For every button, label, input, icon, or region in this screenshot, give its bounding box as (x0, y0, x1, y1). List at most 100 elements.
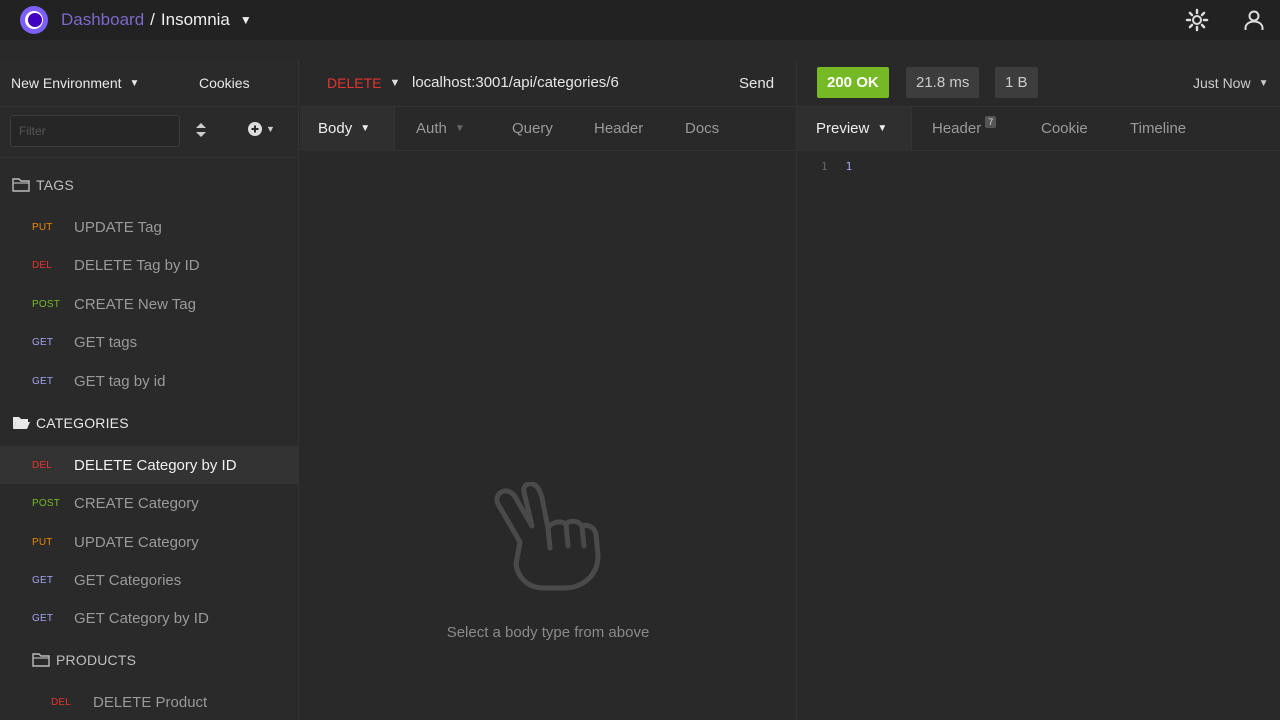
method-dropdown[interactable]: DELETE ▼ (327, 75, 400, 91)
method-badge: DEL (32, 259, 53, 271)
history-caret-down-icon: ▼ (1258, 77, 1269, 89)
sidebar-request-get-category-by-id[interactable]: GET GET Category by ID (0, 599, 299, 637)
sidebar-request-get-tag-by-id[interactable]: GET GET tag by id (0, 362, 299, 400)
folder-label: CATEGORIES (36, 415, 129, 431)
tab-label: Body (318, 120, 353, 137)
response-status-bar: 200 OK 21.8 ms 1 B Just Now ▼ (797, 60, 1280, 106)
folder-label: PRODUCTS (56, 652, 137, 668)
method-badge: DEL (51, 696, 72, 708)
sidebar-request-update-category[interactable]: PUT UPDATE Category (0, 523, 299, 561)
tab-label: Header (932, 120, 982, 137)
insomnia-logo-icon[interactable] (20, 6, 48, 34)
request-name: UPDATE Tag (74, 218, 162, 236)
header-count-badge: 7 (985, 115, 997, 128)
request-name: CREATE Category (74, 494, 199, 512)
insomnia-app: Dashboard / Insomnia ▼ New Environment ▼… (0, 0, 1280, 720)
request-name: GET tags (74, 333, 138, 351)
method-badge: PUT (32, 536, 53, 548)
method-badge: PUT (32, 221, 53, 233)
sidebar-request-get-tags[interactable]: GET GET tags (0, 323, 299, 361)
plus-circle-icon (248, 122, 262, 136)
response-time-badge: 21.8 ms (906, 67, 980, 98)
tab-preview[interactable]: Preview ▼ (816, 120, 887, 137)
cookies-button[interactable]: Cookies (199, 75, 250, 91)
sidebar-request-create-tag[interactable]: POST CREATE New Tag (0, 285, 299, 323)
request-tabs: Body ▼ Auth ▼ Query Header Docs (300, 106, 796, 151)
url-bar: DELETE ▼ localhost:3001/api/categories/6… (300, 60, 796, 106)
folder-categories[interactable]: CATEGORIES (12, 415, 129, 431)
breadcrumb-dashboard-link[interactable]: Dashboard (61, 10, 144, 30)
request-name: CREATE New Tag (74, 295, 196, 313)
account-icon[interactable] (1238, 4, 1270, 36)
tab-cookie[interactable]: Cookie (1041, 120, 1088, 137)
folder-closed-icon (32, 653, 50, 667)
peace-hand-icon (490, 481, 606, 597)
tab-auth[interactable]: Auth ▼ (416, 120, 465, 137)
environment-caret-down-icon: ▼ (129, 77, 140, 89)
request-name: DELETE Category by ID (74, 456, 237, 474)
history-label: Just Now (1193, 75, 1251, 91)
send-button[interactable]: Send (739, 75, 774, 92)
sort-icon[interactable] (196, 123, 206, 140)
sidebar-request-delete-tag[interactable]: DEL DELETE Tag by ID (0, 246, 299, 284)
request-name: DELETE Tag by ID (74, 256, 200, 274)
tab-label: Auth (416, 120, 447, 137)
method-label: DELETE (327, 75, 382, 91)
folder-closed-icon (12, 178, 30, 192)
add-item-dropdown[interactable]: ▼ (248, 122, 275, 136)
top-bar: Dashboard / Insomnia ▼ (0, 0, 1280, 40)
folder-label: TAGS (36, 177, 74, 193)
environment-dropdown[interactable]: New Environment ▼ (11, 75, 139, 91)
method-badge: GET (32, 375, 54, 387)
method-caret-down-icon: ▼ (389, 77, 401, 89)
filter-input[interactable] (10, 115, 180, 147)
folder-products[interactable]: PRODUCTS (32, 652, 136, 668)
request-name: GET Category by ID (74, 609, 209, 627)
history-dropdown[interactable]: Just Now ▼ (1193, 75, 1268, 91)
environment-row: New Environment ▼ Cookies (0, 60, 299, 106)
status-badge: 200 OK (817, 67, 889, 98)
tab-caret-down-icon: ▼ (877, 123, 888, 134)
method-badge: GET (32, 574, 54, 586)
tab-label: Preview (816, 120, 870, 137)
breadcrumb: Dashboard / Insomnia ▼ (61, 10, 252, 30)
project-caret-down-icon[interactable]: ▼ (240, 13, 252, 27)
filter-row: ▼ (0, 106, 299, 158)
tab-body[interactable]: Body ▼ (318, 120, 370, 137)
sidebar-request-get-categories[interactable]: GET GET Categories (0, 561, 299, 599)
sidebar-request-delete-category[interactable]: DEL DELETE Category by ID (0, 446, 299, 484)
settings-gear-icon[interactable] (1181, 4, 1213, 36)
breadcrumb-separator: / (150, 10, 155, 29)
request-name: DELETE Product (93, 693, 208, 711)
add-caret-down-icon: ▼ (266, 124, 275, 134)
tab-docs[interactable]: Docs (685, 120, 719, 137)
method-badge: GET (32, 612, 54, 624)
request-name: UPDATE Category (74, 533, 199, 551)
response-size-badge: 1 B (995, 67, 1038, 98)
tab-header[interactable]: Header (594, 120, 643, 137)
line-number: 1 (821, 160, 828, 173)
folder-tags[interactable]: TAGS (12, 177, 74, 193)
sidebar-request-delete-product[interactable]: DEL DELETE Product (0, 683, 299, 720)
tab-query[interactable]: Query (512, 120, 553, 137)
tab-timeline[interactable]: Timeline (1130, 120, 1186, 137)
method-badge: GET (32, 336, 54, 348)
sidebar: New Environment ▼ Cookies ▼ TAGS PUT UPD… (0, 60, 299, 720)
url-input[interactable]: localhost:3001/api/categories/6 (412, 74, 619, 91)
sidebar-request-update-tag[interactable]: PUT UPDATE Tag (0, 208, 299, 246)
request-name: GET Categories (74, 571, 182, 589)
response-tabs: Preview ▼ Header 7 Cookie Timeline (797, 106, 1280, 151)
method-badge: DEL (32, 459, 53, 471)
response-body-line: 1 1 (821, 160, 852, 173)
environment-label: New Environment (11, 75, 122, 91)
request-name: GET tag by id (74, 372, 166, 390)
response-body-value: 1 (845, 160, 853, 173)
response-pane: 200 OK 21.8 ms 1 B Just Now ▼ Preview ▼ … (796, 60, 1280, 720)
sidebar-request-create-category[interactable]: POST CREATE Category (0, 484, 299, 522)
project-name[interactable]: Insomnia (161, 10, 230, 30)
method-badge: POST (32, 497, 61, 509)
folder-open-icon (13, 417, 30, 429)
method-badge: POST (32, 298, 61, 310)
tab-response-header[interactable]: Header 7 (932, 115, 997, 137)
tab-caret-down-icon: ▼ (360, 123, 371, 134)
